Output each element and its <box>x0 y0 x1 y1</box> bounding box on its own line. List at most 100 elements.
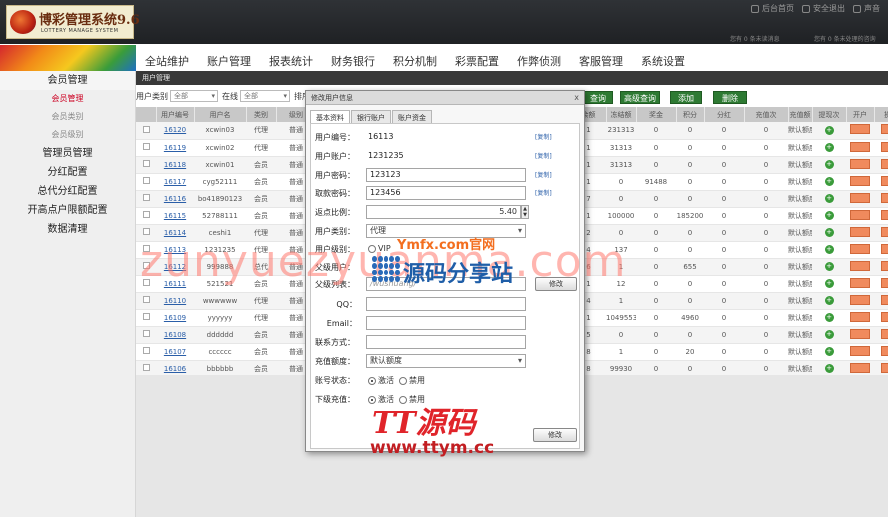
edit-row-button[interactable] <box>850 362 870 373</box>
operate-row-button[interactable] <box>881 362 888 373</box>
edit-row-button[interactable] <box>850 158 870 169</box>
sidebar-admin-management[interactable]: 管理员管理 <box>0 144 135 163</box>
sidebar-agent-dividend-config[interactable]: 总代分红配置 <box>0 182 135 201</box>
row-checkbox[interactable] <box>142 296 150 303</box>
search-button[interactable]: 查询 <box>583 91 613 104</box>
home-link[interactable]: 后台首页 <box>751 3 794 14</box>
operate-row-button[interactable] <box>881 192 888 203</box>
submit-button[interactable]: 修改 <box>533 428 577 442</box>
cell-id[interactable]: 16117 <box>156 173 194 191</box>
edit-row-button[interactable] <box>850 294 870 305</box>
plus-icon[interactable]: + <box>824 194 834 203</box>
delete-button[interactable]: 删除 <box>713 91 747 104</box>
online-select[interactable]: 全部 <box>240 90 290 102</box>
nav-support[interactable]: 客服管理 <box>570 49 632 71</box>
edit-row-button[interactable] <box>850 277 870 288</box>
rebate-spinner-icon[interactable]: ▲ ▼ <box>521 205 529 219</box>
operate-row-button[interactable] <box>881 260 888 271</box>
operate-row-button[interactable] <box>881 277 888 288</box>
operate-row-button[interactable] <box>881 158 888 169</box>
cell-id[interactable]: 16109 <box>156 309 194 327</box>
nav-cheat-detection[interactable]: 作弊侦测 <box>508 49 570 71</box>
plus-icon[interactable]: + <box>824 347 834 356</box>
dialog-close-button[interactable]: x <box>574 91 579 105</box>
cell-id[interactable]: 16108 <box>156 326 194 344</box>
cell-id[interactable]: 16120 <box>156 122 194 140</box>
row-checkbox[interactable] <box>142 228 150 235</box>
advanced-search-button[interactable]: 高级查询 <box>620 91 660 104</box>
row-checkbox[interactable] <box>142 330 150 337</box>
operate-row-button[interactable] <box>881 345 888 356</box>
plus-icon[interactable]: + <box>824 143 834 152</box>
rebate-input[interactable]: 5.40 <box>366 205 521 219</box>
cell-id[interactable]: 16118 <box>156 156 194 174</box>
cell-id[interactable]: 16119 <box>156 139 194 157</box>
edit-row-button[interactable] <box>850 243 870 254</box>
plus-icon[interactable]: + <box>824 330 834 339</box>
row-checkbox[interactable] <box>142 364 150 371</box>
tab-bank-account[interactable]: 银行账户 <box>351 110 391 123</box>
row-checkbox[interactable] <box>142 347 150 354</box>
nav-lottery-config[interactable]: 彩票配置 <box>446 49 508 71</box>
plus-icon[interactable]: + <box>824 160 834 169</box>
row-checkbox[interactable] <box>142 143 150 150</box>
tab-basic-info[interactable]: 基本资料 <box>310 110 350 123</box>
nav-site-maintenance[interactable]: 全站维护 <box>136 49 198 71</box>
nav-points[interactable]: 积分机制 <box>384 49 446 71</box>
operate-row-button[interactable] <box>881 141 888 152</box>
cell-id[interactable]: 16107 <box>156 343 194 361</box>
cell-id[interactable]: 16115 <box>156 207 194 225</box>
add-button[interactable]: 添加 <box>670 91 702 104</box>
plus-icon[interactable]: + <box>824 177 834 186</box>
plus-icon[interactable]: + <box>824 262 834 271</box>
sidebar-data-cleanup[interactable]: 数据清理 <box>0 220 135 239</box>
sidebar-sub-member-types[interactable]: 会员类别 <box>0 108 135 126</box>
qq-input[interactable] <box>366 297 526 311</box>
password-input[interactable]: 123123 <box>366 168 526 182</box>
plus-icon[interactable]: + <box>824 211 834 220</box>
plus-icon[interactable]: + <box>824 245 834 254</box>
status-enable-radio[interactable]: 激活 <box>368 375 394 386</box>
edit-row-button[interactable] <box>850 141 870 152</box>
plus-icon[interactable]: + <box>824 228 834 237</box>
operate-row-button[interactable] <box>881 226 888 237</box>
edit-row-button[interactable] <box>850 175 870 186</box>
plus-icon[interactable]: + <box>824 364 834 373</box>
contact-input[interactable] <box>366 335 526 349</box>
user-type-select[interactable]: 全部 <box>170 90 218 102</box>
operate-row-button[interactable] <box>881 243 888 254</box>
edit-row-button[interactable] <box>850 328 870 339</box>
sound-toggle[interactable]: 声音 <box>853 3 880 14</box>
nav-system-settings[interactable]: 系统设置 <box>632 49 694 71</box>
sidebar-sub-members[interactable]: 会员管理 <box>0 90 135 108</box>
plus-icon[interactable]: + <box>824 125 834 135</box>
edit-row-button[interactable] <box>850 311 870 322</box>
operate-row-button[interactable] <box>881 311 888 322</box>
consult-info[interactable]: 您有 0 条未处理的咨询 <box>814 34 876 43</box>
nav-account-management[interactable]: 账户管理 <box>198 49 260 71</box>
operate-row-button[interactable] <box>881 175 888 186</box>
plus-icon[interactable]: + <box>824 313 834 322</box>
edit-row-button[interactable] <box>850 260 870 271</box>
edit-row-button[interactable] <box>850 124 870 135</box>
row-checkbox[interactable] <box>142 125 150 133</box>
plus-icon[interactable]: + <box>824 296 834 305</box>
tab-account-funds[interactable]: 账户资金 <box>392 110 432 123</box>
copy-withdraw-password-link[interactable]: [复制] <box>535 188 552 197</box>
operate-row-button[interactable] <box>881 294 888 305</box>
edit-row-button[interactable] <box>850 226 870 237</box>
copy-account-link[interactable]: [复制] <box>535 151 552 160</box>
status-disable-radio[interactable]: 禁用 <box>399 375 425 386</box>
row-checkbox[interactable] <box>142 177 150 184</box>
edit-row-button[interactable] <box>850 345 870 356</box>
row-checkbox[interactable] <box>142 313 150 320</box>
operate-row-button[interactable] <box>881 124 888 135</box>
nav-finance[interactable]: 财务银行 <box>322 49 384 71</box>
sidebar-member-management[interactable]: 会员管理 <box>0 71 135 90</box>
sidebar-sub-member-levels[interactable]: 会员级别 <box>0 126 135 144</box>
row-checkbox[interactable] <box>142 211 150 218</box>
withdraw-password-input[interactable]: 123456 <box>366 186 526 200</box>
logout-link[interactable]: 安全退出 <box>802 3 845 14</box>
unread-message-info[interactable]: 您有 0 条未读消息 <box>730 34 780 43</box>
operate-row-button[interactable] <box>881 209 888 220</box>
